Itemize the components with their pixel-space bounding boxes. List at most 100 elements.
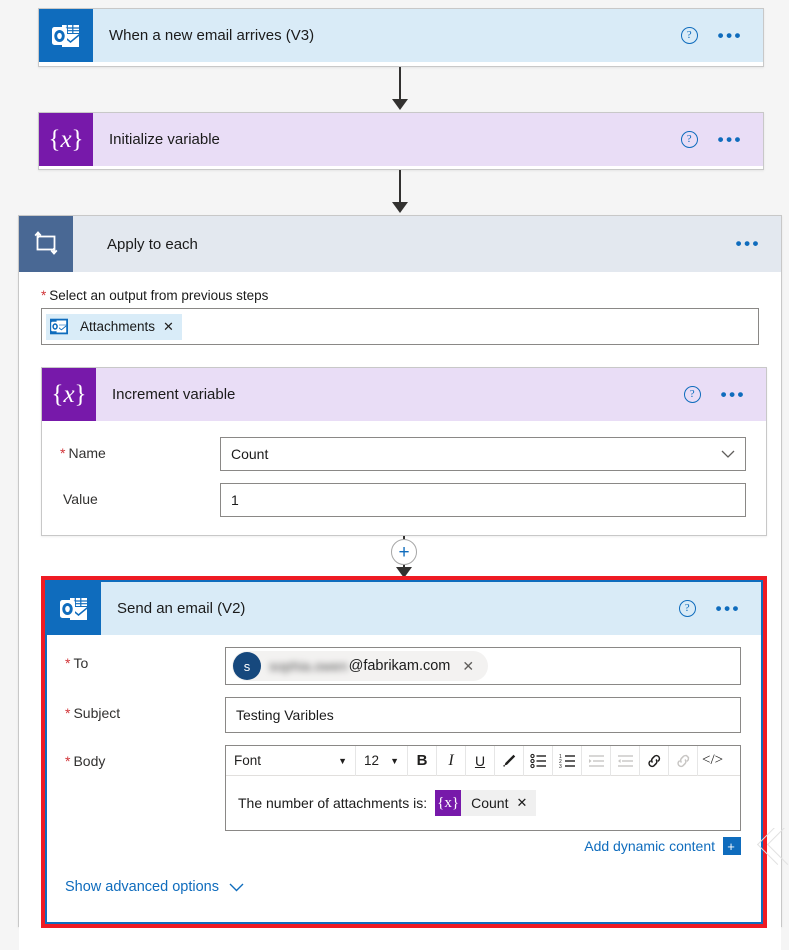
card-increment-variable[interactable]: {x} Increment variable ? ••• * Name Coun… <box>41 367 767 536</box>
field-label-text: Value <box>63 491 98 507</box>
card-initialize-variable[interactable]: {x} Initialize variable ? ••• <box>38 112 764 170</box>
field-row-body: * Body Font ▼ 12 ▼ B I U 1 2 3 </> The n… <box>65 745 741 855</box>
chevron-down-icon: ▼ <box>338 755 347 766</box>
highlight-pen-icon[interactable] <box>495 745 524 776</box>
subject-input[interactable]: Testing Varibles <box>225 697 741 733</box>
hdr-icon-slot <box>19 216 73 272</box>
bulleted-list-icon[interactable] <box>524 745 553 776</box>
field-label-value: Value <box>60 483 220 507</box>
remove-link-icon[interactable] <box>669 745 698 776</box>
card-actions: ••• <box>736 235 781 252</box>
recipient-domain: @fabrikam.com <box>348 658 451 674</box>
outlook-icon <box>46 314 72 340</box>
required-asterisk: * <box>65 753 71 769</box>
outlook-icon <box>39 9 93 62</box>
field-label-text: Name <box>68 445 106 461</box>
highlight-box-send-email: Send an email (V2) ? ••• * To s sophia.o… <box>41 576 767 928</box>
bold-icon[interactable]: B <box>408 745 437 776</box>
card-header[interactable]: Send an email (V2) ? ••• <box>47 582 761 635</box>
svg-text:3: 3 <box>559 764 562 769</box>
variable-icon: {x} <box>42 368 96 421</box>
italic-icon[interactable]: I <box>437 745 466 776</box>
insert-link-icon[interactable] <box>640 745 669 776</box>
underline-icon[interactable]: U <box>466 745 495 776</box>
flow-canvas: When a new email arrives (V3) ? ••• {x} … <box>0 0 789 950</box>
variable-value-input[interactable]: 1 <box>220 483 746 517</box>
field-label-text: Subject <box>73 705 121 721</box>
field-row-name: * Name Count <box>60 437 746 471</box>
font-size-select[interactable]: 12 ▼ <box>356 745 408 776</box>
token-remove-icon[interactable]: ✕ <box>161 319 182 335</box>
card-actions: ? ••• <box>683 386 766 403</box>
card-title: Initialize variable <box>109 131 220 148</box>
decrease-indent-icon[interactable] <box>611 745 640 776</box>
connector-arrow-2 <box>392 202 408 213</box>
token-count[interactable]: {x} Count ✕ <box>435 790 537 816</box>
field-control-subject: Testing Varibles <box>225 697 741 733</box>
token-label: Attachments <box>80 319 156 334</box>
hdr-icon-slot: {x} <box>39 113 93 166</box>
field-label-subject: * Subject <box>65 697 225 721</box>
hdr-icon-slot <box>39 9 93 62</box>
field-control-to: s sophia.owen @fabrikam.com ✕ <box>225 647 741 685</box>
help-icon[interactable]: ? <box>680 27 698 44</box>
code-view-icon[interactable]: </> <box>698 746 727 776</box>
required-asterisk: * <box>41 288 47 303</box>
select-output-input[interactable]: Attachments ✕ <box>41 308 759 345</box>
loop-icon <box>19 216 73 272</box>
add-dynamic-content-plus-icon[interactable]: + <box>723 837 741 855</box>
card-header[interactable]: {x} Initialize variable ? ••• <box>39 113 763 166</box>
more-options-icon[interactable]: ••• <box>718 27 743 44</box>
step-connector: + <box>41 536 759 578</box>
variable-glyph: {x} <box>48 126 84 153</box>
more-options-icon[interactable]: ••• <box>736 235 761 252</box>
chevron-down-icon <box>229 883 244 892</box>
increase-indent-icon[interactable] <box>582 745 611 776</box>
numbered-list-icon[interactable]: 1 2 3 <box>553 745 582 776</box>
hdr-icon-slot: {x} <box>42 368 96 421</box>
chevron-down-icon[interactable] <box>721 450 735 459</box>
card-header[interactable]: Apply to each ••• <box>19 216 781 272</box>
required-asterisk: * <box>65 705 71 721</box>
help-icon[interactable]: ? <box>680 131 698 148</box>
rich-text-editor[interactable]: Font ▼ 12 ▼ B I U 1 2 3 </> The number o… <box>225 745 741 831</box>
more-options-icon[interactable]: ••• <box>716 600 741 617</box>
field-label-text: To <box>73 655 89 671</box>
field-control-name: Count <box>220 437 746 471</box>
remove-recipient-icon[interactable]: ✕ <box>450 658 484 675</box>
card-apply-to-each[interactable]: Apply to each ••• * Select an output from… <box>18 215 782 950</box>
recipient-chip[interactable]: s sophia.owen @fabrikam.com ✕ <box>232 651 489 681</box>
card-send-an-email[interactable]: Send an email (V2) ? ••• * To s sophia.o… <box>45 580 763 924</box>
token-label: Count <box>471 795 509 811</box>
required-asterisk: * <box>65 655 71 671</box>
output-field-label-text: Select an output from previous steps <box>49 288 269 303</box>
more-options-icon[interactable]: ••• <box>718 131 743 148</box>
variable-name-dropdown[interactable]: Count <box>220 437 746 471</box>
required-asterisk: * <box>60 445 66 461</box>
to-recipients-input[interactable]: s sophia.owen @fabrikam.com ✕ <box>225 647 741 685</box>
card-when-a-new-email-arrives[interactable]: When a new email arrives (V3) ? ••• <box>38 8 764 67</box>
font-family-value: Font <box>234 753 262 768</box>
connector-line-1 <box>399 67 401 103</box>
show-advanced-options-label: Show advanced options <box>65 879 219 895</box>
outlook-icon <box>47 582 101 635</box>
card-actions: ? ••• <box>680 131 763 148</box>
add-dynamic-content-link[interactable]: Add dynamic content <box>584 838 715 854</box>
token-remove-icon[interactable]: ✕ <box>514 795 536 811</box>
card-header[interactable]: When a new email arrives (V3) ? ••• <box>39 9 763 62</box>
help-icon[interactable]: ? <box>678 600 696 617</box>
variable-glyph: {x} <box>51 381 87 408</box>
add-dynamic-content-row: Add dynamic content + <box>225 837 741 855</box>
token-attachments[interactable]: Attachments ✕ <box>46 313 182 340</box>
recipient-name-redacted: sophia.owen <box>269 658 348 674</box>
add-step-button[interactable]: + <box>391 539 417 565</box>
field-row-to: * To s sophia.owen @fabrikam.com ✕ <box>65 647 741 685</box>
show-advanced-options-toggle[interactable]: Show advanced options <box>65 879 741 895</box>
body-content[interactable]: The number of attachments is: {x} Count … <box>226 776 740 830</box>
card-body: * Name Count Value 1 <box>42 421 766 535</box>
more-options-icon[interactable]: ••• <box>721 386 746 403</box>
card-header[interactable]: {x} Increment variable ? ••• <box>42 368 766 421</box>
card-title: When a new email arrives (V3) <box>109 27 315 44</box>
font-family-select[interactable]: Font ▼ <box>226 745 356 776</box>
help-icon[interactable]: ? <box>683 386 701 403</box>
